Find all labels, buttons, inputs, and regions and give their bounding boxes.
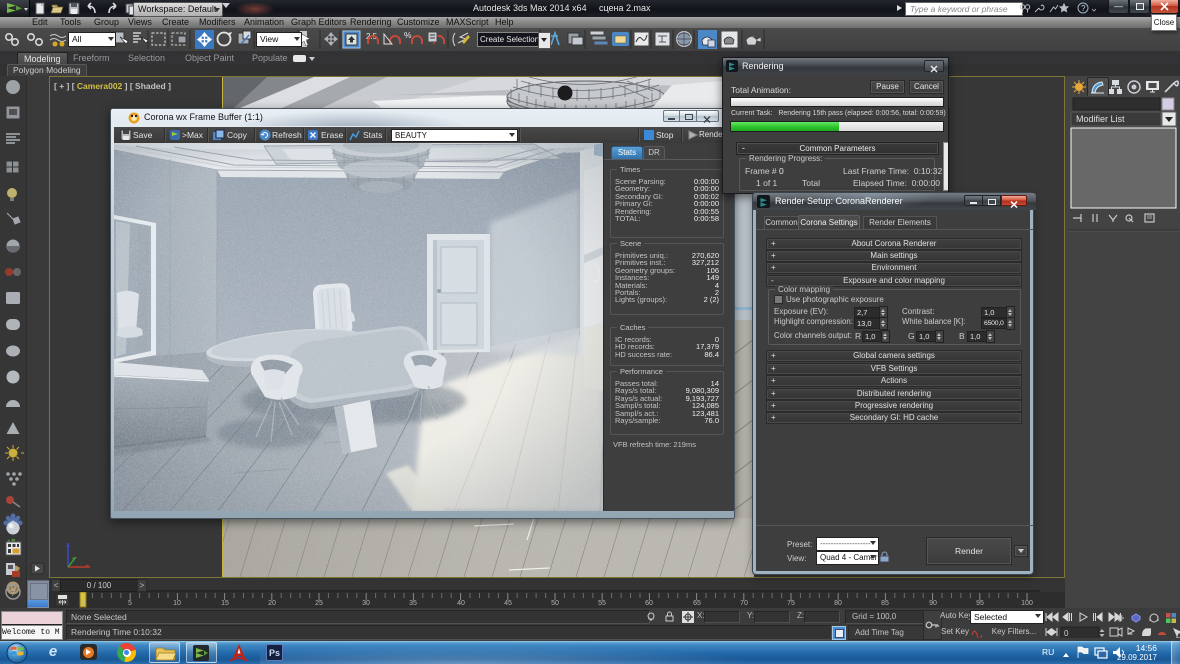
svg-text:%: % bbox=[404, 30, 412, 40]
svg-text:?: ? bbox=[1081, 4, 1086, 13]
svg-text:?: ? bbox=[10, 588, 15, 598]
svg-text:Modifier List: Modifier List bbox=[1076, 114, 1125, 124]
svg-text:0: 0 bbox=[1064, 629, 1069, 638]
